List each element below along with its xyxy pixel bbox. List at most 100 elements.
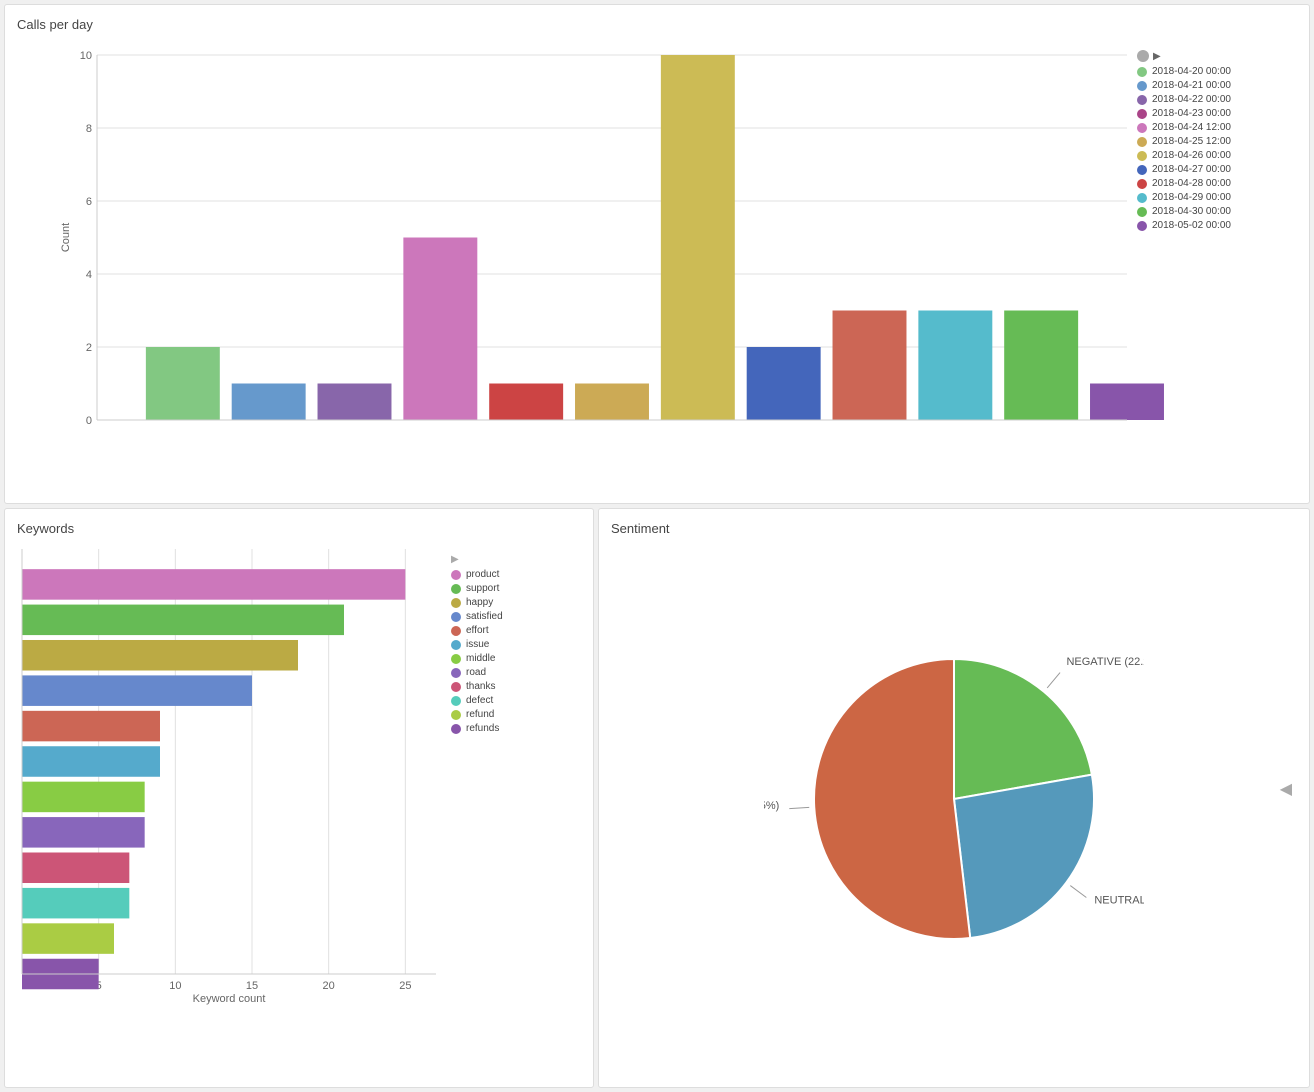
legend-item: 2018-04-20 00:00	[1137, 66, 1297, 77]
legend-dot	[1137, 221, 1147, 231]
svg-text:15: 15	[246, 980, 258, 992]
kw-legend-dot	[451, 668, 461, 678]
legend-dot	[1137, 207, 1147, 217]
kw-legend-item: road	[451, 667, 581, 678]
legend-label: 2018-04-20 00:00	[1152, 66, 1231, 77]
kw-legend-item: happy	[451, 597, 581, 608]
legend-item: 2018-04-25 12:00	[1137, 136, 1297, 147]
kw-legend-item: satisfied	[451, 611, 581, 622]
legend-dot	[1137, 137, 1147, 147]
pie-chart-svg: NEGATIVE (22.22%) NEUTRAL (25.93%) POSITIV…	[764, 599, 1144, 979]
kw-legend-dot	[451, 724, 461, 734]
svg-text:6: 6	[86, 196, 92, 208]
svg-text:NEGATIVE (22.22%): NEGATIVE (22.22%)	[1066, 656, 1144, 668]
keywords-chart-area: 510152025Keyword count ▶ product support…	[17, 544, 581, 1034]
kw-legend-item: effort	[451, 625, 581, 636]
legend-label: 2018-04-23 00:00	[1152, 108, 1231, 119]
bar-chart-svg: 0 2 4 6 8 10 Count	[57, 40, 1137, 450]
keywords-chart-svg: 510152025Keyword count	[17, 544, 451, 1004]
calls-per-day-panel: Calls per day 0246810Count ▶ 2018-04-20 …	[4, 4, 1310, 504]
svg-text:25: 25	[399, 980, 411, 992]
legend-item: 2018-04-22 00:00	[1137, 94, 1297, 105]
kw-legend-dot	[451, 612, 461, 622]
kw-legend-label: defect	[466, 695, 493, 706]
kw-legend-item: issue	[451, 639, 581, 650]
legend-item: 2018-04-26 00:00	[1137, 150, 1297, 161]
svg-text:Count: Count	[60, 223, 72, 252]
legend-label: 2018-04-29 00:00	[1152, 192, 1231, 203]
svg-text:0: 0	[86, 415, 92, 427]
svg-text:10: 10	[169, 980, 181, 992]
calls-per-day-chart-area: 0246810Count ▶ 2018-04-20 00:00 2018-04-…	[17, 40, 1297, 480]
legend-item: 2018-04-27 00:00	[1137, 164, 1297, 175]
legend-item: 2018-04-29 00:00	[1137, 192, 1297, 203]
kw-legend-dot	[451, 682, 461, 692]
kw-legend-dot	[451, 710, 461, 720]
kw-legend-item: thanks	[451, 681, 581, 692]
svg-text:POSITIVE (51.85%): POSITIVE (51.85%)	[764, 800, 779, 812]
calls-per-day-chart-content: 0 2 4 6 8 10 Count	[17, 40, 1137, 480]
legend-label: 2018-04-21 00:00	[1152, 80, 1231, 91]
sentiment-nav-right[interactable]: ◀	[1280, 779, 1292, 799]
legend-dot	[1137, 67, 1147, 77]
keywords-legend: ▶ product support happy satisfied effort…	[451, 544, 581, 1034]
legend-item: 2018-04-21 00:00	[1137, 80, 1297, 91]
svg-text:2: 2	[86, 342, 92, 354]
kw-legend-label: satisfied	[466, 611, 503, 622]
kw-legend-dot	[451, 570, 461, 580]
legend-label: 2018-04-26 00:00	[1152, 150, 1231, 161]
keywords-panel: Keywords 510152025Keyword count ▶ produc…	[4, 508, 594, 1088]
kw-legend-dot	[451, 654, 461, 664]
svg-text:4: 4	[86, 269, 92, 281]
kw-legend-label: middle	[466, 653, 495, 664]
kw-legend-item: support	[451, 583, 581, 594]
kw-legend-item: refund	[451, 709, 581, 720]
kw-legend-dot	[451, 696, 461, 706]
kw-legend-label: thanks	[466, 681, 495, 692]
calls-per-day-title: Calls per day	[17, 17, 1297, 32]
legend-label: 2018-04-22 00:00	[1152, 94, 1231, 105]
kw-legend-dot	[451, 584, 461, 594]
legend-label: 2018-04-28 00:00	[1152, 178, 1231, 189]
legend-label: 2018-04-27 00:00	[1152, 164, 1231, 175]
legend-dot	[1137, 81, 1147, 91]
kw-legend-label: product	[466, 569, 499, 580]
legend-dot	[1137, 151, 1147, 161]
kw-legend-label: issue	[466, 639, 489, 650]
legend-item: 2018-04-24 12:00	[1137, 122, 1297, 133]
kw-legend-label: happy	[466, 597, 493, 608]
kw-legend-item: defect	[451, 695, 581, 706]
keywords-title: Keywords	[17, 521, 581, 536]
legend-label: 2018-04-30 00:00	[1152, 206, 1231, 217]
legend-dot	[1137, 123, 1147, 133]
legend-item: 2018-04-23 00:00	[1137, 108, 1297, 119]
legend-item: 2018-04-28 00:00	[1137, 178, 1297, 189]
kw-legend-label: road	[466, 667, 486, 678]
legend-item: 2018-04-30 00:00	[1137, 206, 1297, 217]
kw-legend-dot	[451, 626, 461, 636]
pie-area: ◀ NEGATIVE (22.22%) NEUTRAL (25.93%) POSIT…	[611, 544, 1297, 1034]
legend-dot	[1137, 165, 1147, 175]
kw-legend-item: product	[451, 569, 581, 580]
kw-legend-item: refunds	[451, 723, 581, 734]
kw-legend-label: refunds	[466, 723, 499, 734]
svg-text:Keyword count: Keyword count	[193, 993, 266, 1005]
sentiment-panel: Sentiment ◀ NEGATIVE (22.22%) NEUTRAL (25…	[598, 508, 1310, 1088]
legend-dot	[1137, 109, 1147, 119]
legend-label: 2018-04-24 12:00	[1152, 122, 1231, 133]
legend-dot	[1137, 95, 1147, 105]
kw-legend-label: effort	[466, 625, 489, 636]
kw-legend-item: middle	[451, 653, 581, 664]
legend-label: 2018-05-02 00:00	[1152, 220, 1231, 231]
legend-dot	[1137, 179, 1147, 189]
sentiment-title: Sentiment	[611, 521, 1297, 536]
kw-legend-label: refund	[466, 709, 494, 720]
legend-label: 2018-04-25 12:00	[1152, 136, 1231, 147]
svg-text:8: 8	[86, 123, 92, 135]
kw-legend-label: support	[466, 583, 499, 594]
svg-text:10: 10	[80, 50, 92, 62]
keywords-chart-content: 510152025Keyword count	[17, 544, 451, 1034]
svg-text:NEUTRAL (25.93%): NEUTRAL (25.93%)	[1094, 895, 1144, 907]
kw-legend-dot	[451, 598, 461, 608]
kw-legend-dot	[451, 640, 461, 650]
